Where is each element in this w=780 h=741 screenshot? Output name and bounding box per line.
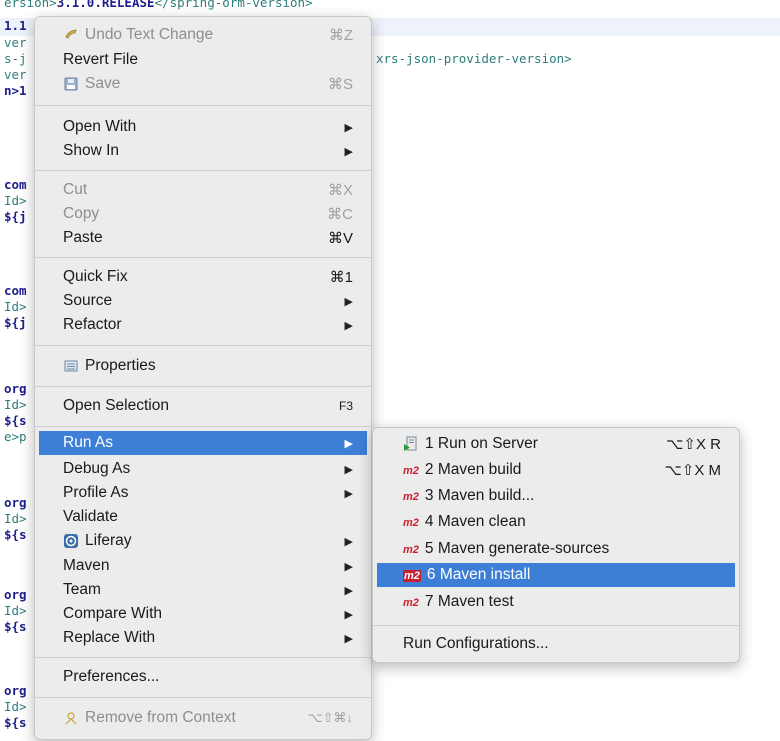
submenu-arrow-icon: ▶: [344, 145, 353, 158]
code-line: Id>: [4, 397, 27, 412]
menu-item-copy[interactable]: Copy ⌘C: [39, 202, 367, 226]
submenu-item-maven-test[interactable]: m2 7 Maven test: [377, 590, 735, 614]
menu-item-show-in[interactable]: Show In ▶: [39, 139, 367, 163]
menu-item-refactor[interactable]: Refactor ▶: [39, 313, 367, 337]
code-line: ${s: [4, 527, 27, 542]
server-icon: [403, 436, 419, 452]
menu-separator: [35, 386, 371, 387]
run-as-submenu: 1 Run on Server ⌥⇧X R m2 2 Maven build ⌥⇧…: [372, 427, 740, 663]
menu-item-source[interactable]: Source ▶: [39, 289, 367, 313]
properties-icon: [63, 358, 79, 374]
code-line: ${s: [4, 715, 27, 730]
liferay-icon: [63, 533, 79, 549]
code-line: ersion>3.1.0.RELEASE</spring-orm-version…: [4, 0, 313, 10]
maven-icon: m2: [403, 465, 419, 477]
menu-separator: [35, 170, 371, 171]
menu-item-run-as[interactable]: Run As ▶: [39, 431, 367, 455]
menu-separator: [35, 657, 371, 658]
submenu-arrow-icon: ▶: [344, 608, 353, 621]
code-line: 1.1: [4, 18, 27, 33]
menu-item-properties[interactable]: Properties: [39, 354, 367, 378]
menu-item-cut[interactable]: Cut ⌘X: [39, 178, 367, 202]
submenu-item-maven-build-dialog[interactable]: m2 3 Maven build...: [377, 484, 735, 508]
menu-item-preferences[interactable]: Preferences...: [39, 665, 367, 689]
submenu-item-run-on-server[interactable]: 1 Run on Server ⌥⇧X R: [377, 432, 735, 456]
menu-item-compare-with[interactable]: Compare With ▶: [39, 602, 367, 626]
code-line: org: [4, 587, 27, 602]
submenu-item-maven-clean[interactable]: m2 4 Maven clean: [377, 510, 735, 534]
submenu-arrow-icon: ▶: [344, 437, 353, 450]
menu-item-save[interactable]: Save ⌘S: [39, 72, 367, 96]
menu-separator: [35, 697, 371, 698]
maven-icon: m2: [403, 517, 419, 529]
undo-icon: [63, 27, 79, 43]
submenu-item-maven-generate-sources[interactable]: m2 5 Maven generate-sources: [377, 537, 735, 561]
menu-item-remove-from-context[interactable]: Remove from Context ⌥⇧⌘↓: [39, 706, 367, 730]
code-line: ${j: [4, 209, 27, 224]
code-line: ver: [4, 35, 27, 50]
context-icon: [63, 710, 79, 726]
menu-item-revert-file[interactable]: Revert File: [39, 48, 367, 72]
menu-item-undo[interactable]: Undo Text Change ⌘Z: [39, 23, 367, 47]
menu-separator: [35, 345, 371, 346]
code-line: e>p: [4, 429, 27, 444]
maven-icon: m2: [403, 491, 419, 503]
menu-item-team[interactable]: Team ▶: [39, 578, 367, 602]
code-line: com: [4, 177, 27, 192]
maven-icon: m2: [403, 570, 421, 582]
menu-item-liferay[interactable]: Liferay ▶: [39, 529, 367, 553]
code-line: ver: [4, 67, 27, 82]
save-icon: [63, 76, 79, 92]
submenu-arrow-icon: ▶: [344, 560, 353, 573]
menu-item-open-with[interactable]: Open With ▶: [39, 115, 367, 139]
code-line: ${s: [4, 413, 27, 428]
menu-item-maven[interactable]: Maven ▶: [39, 554, 367, 578]
menu-item-paste[interactable]: Paste ⌘V: [39, 226, 367, 250]
submenu-arrow-icon: ▶: [344, 319, 353, 332]
code-line: ${j: [4, 315, 27, 330]
code-line: ${s: [4, 619, 27, 634]
submenu-arrow-icon: ▶: [344, 295, 353, 308]
menu-item-validate[interactable]: Validate: [39, 505, 367, 529]
submenu-arrow-icon: ▶: [344, 632, 353, 645]
menu-separator: [35, 426, 371, 427]
menu-item-quick-fix[interactable]: Quick Fix ⌘1: [39, 265, 367, 289]
menu-item-profile-as[interactable]: Profile As ▶: [39, 481, 367, 505]
menu-item-debug-as[interactable]: Debug As ▶: [39, 457, 367, 481]
submenu-item-run-configurations[interactable]: Run Configurations...: [377, 632, 735, 656]
submenu-item-maven-install[interactable]: m2 6 Maven install: [377, 563, 735, 587]
code-line: n>1: [4, 83, 27, 98]
code-line: Id>: [4, 511, 27, 526]
submenu-arrow-icon: ▶: [344, 463, 353, 476]
submenu-arrow-icon: ▶: [344, 121, 353, 134]
submenu-arrow-icon: ▶: [344, 584, 353, 597]
submenu-arrow-icon: ▶: [344, 487, 353, 500]
menu-item-replace-with[interactable]: Replace With ▶: [39, 626, 367, 650]
maven-icon: m2: [403, 544, 419, 556]
code-line: Id>: [4, 603, 27, 618]
menu-item-open-selection[interactable]: Open Selection F3: [39, 394, 367, 418]
code-line: org: [4, 381, 27, 396]
code-line: Id>: [4, 193, 27, 208]
code-line: Id>: [4, 299, 27, 314]
code-line: org: [4, 495, 27, 510]
submenu-arrow-icon: ▶: [344, 535, 353, 548]
menu-separator: [373, 625, 739, 626]
code-line: s-j: [4, 51, 27, 66]
submenu-item-maven-build[interactable]: m2 2 Maven build ⌥⇧X M: [377, 458, 735, 482]
code-line-continuation: xrs-json-provider-version>: [376, 51, 572, 66]
context-menu: Undo Text Change ⌘Z Revert File Save ⌘S …: [34, 16, 372, 740]
code-line: com: [4, 283, 27, 298]
menu-separator: [35, 105, 371, 106]
code-line: Id>: [4, 699, 27, 714]
code-line: org: [4, 683, 27, 698]
menu-separator: [35, 257, 371, 258]
maven-icon: m2: [403, 597, 419, 609]
